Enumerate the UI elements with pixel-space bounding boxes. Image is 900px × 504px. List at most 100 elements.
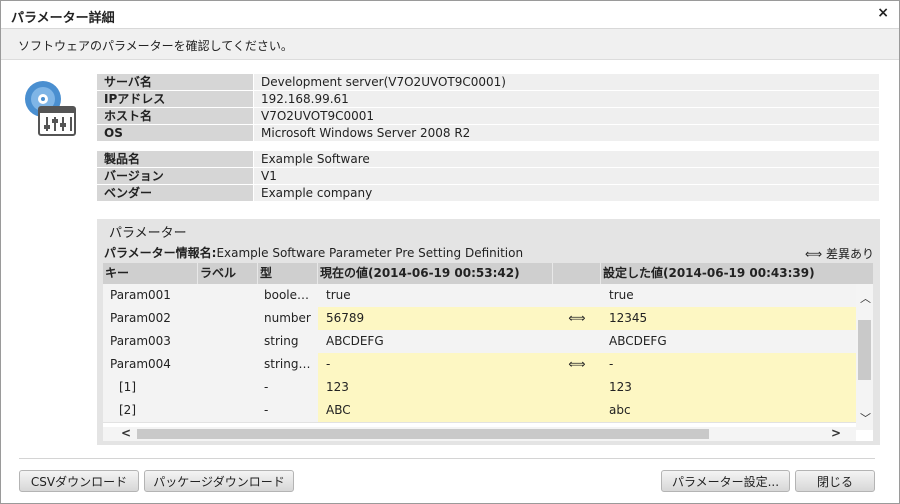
double-arrow-icon [553, 399, 601, 422]
cell-key: [1] [119, 380, 136, 394]
scroll-right-icon[interactable]: > [831, 426, 841, 440]
cell-type: boole… [264, 288, 310, 302]
os-value: Microsoft Windows Server 2008 R2 [253, 124, 879, 142]
col-label-header[interactable]: ラベル [198, 263, 258, 284]
scroll-left-icon[interactable]: < [121, 426, 131, 440]
col-set-header[interactable]: 設定した値(2014-06-19 00:43:39) [601, 263, 873, 284]
close-button[interactable]: 閉じる [795, 470, 875, 492]
ip-address-key: IPアドレス [97, 90, 254, 108]
table-row[interactable]: Param002 number 56789 ⟺ 12345 [103, 307, 856, 331]
hostname-value: V7O2UVOT9C0001 [253, 107, 879, 125]
cell-set: true [609, 288, 634, 302]
cell-set: - [601, 353, 856, 376]
version-key: バージョン [97, 167, 254, 185]
package-download-button[interactable]: パッケージダウンロード [144, 470, 294, 492]
footer-divider [19, 458, 875, 459]
cell-type: string… [264, 357, 311, 371]
ip-address-row: IPアドレス 192.168.99.61 [97, 90, 879, 108]
cell-current: ABC [318, 399, 553, 422]
col-diff-header [553, 263, 601, 284]
cell-current: true [326, 288, 351, 302]
cell-key: Param003 [110, 334, 171, 348]
cell-label [198, 330, 258, 353]
cell-set: ABCDEFG [609, 334, 667, 348]
version-value: V1 [253, 167, 879, 185]
cell-label [198, 353, 258, 376]
csv-download-button[interactable]: CSVダウンロード [19, 470, 139, 492]
description-bar: ソフトウェアのパラメーターを確認してください。 [1, 29, 899, 60]
table-row[interactable]: Param001 boole… true true [103, 284, 856, 308]
diff-legend: ⟺ 差異あり [805, 245, 874, 262]
cell-label [198, 307, 258, 330]
disc-settings-icon [25, 81, 76, 136]
scroll-up-icon[interactable]: ︿ [860, 290, 871, 306]
cell-set: abc [601, 399, 856, 422]
cell-type: - [264, 380, 269, 394]
vendor-row: ベンダー Example company [97, 184, 879, 202]
cell-type: string [264, 334, 299, 348]
double-arrow-icon: ⟺ [553, 353, 601, 376]
col-current-header[interactable]: 現在の値(2014-06-19 00:53:42) [318, 263, 553, 284]
close-icon[interactable]: × [877, 5, 889, 21]
parameter-grid: キー ラベル 型 現在の値(2014-06-19 00:53:42) 設定した値… [103, 263, 873, 441]
parameter-info-value: Example Software Parameter Pre Setting D… [216, 246, 524, 260]
cell-key: Param001 [110, 288, 171, 302]
description-text: ソフトウェアのパラメーターを確認してください。 [18, 39, 293, 53]
cell-key: [2] [119, 403, 136, 417]
cell-type: - [264, 403, 269, 417]
server-name-row: サーバ名 Development server(V7O2UVOT9C0001) [97, 74, 879, 91]
horizontal-scroll-thumb[interactable] [137, 429, 709, 439]
grid-header: キー ラベル 型 現在の値(2014-06-19 00:53:42) 設定した値… [103, 263, 873, 284]
table-row[interactable]: Param004 string… - ⟺ - [103, 353, 856, 377]
ip-address-value: 192.168.99.61 [253, 90, 879, 108]
parameter-detail-dialog: パラメーター詳細 × ソフトウェアのパラメーターを確認してください。 サーバ名 … [0, 0, 900, 504]
hostname-key: ホスト名 [97, 107, 254, 125]
parameter-info-name: パラメーター情報名:Example Software Parameter Pre… [104, 244, 523, 261]
table-row[interactable]: [2] - ABC abc [103, 399, 856, 423]
cell-type: number [264, 311, 311, 325]
parameter-info-label: パラメーター情報名: [104, 246, 217, 260]
hostname-row: ホスト名 V7O2UVOT9C0001 [97, 107, 879, 125]
cell-current: ABCDEFG [326, 334, 384, 348]
server-name-value: Development server(V7O2UVOT9C0001) [253, 74, 879, 91]
cell-key: Param004 [110, 357, 171, 371]
double-arrow-icon: ⟺ [553, 307, 601, 330]
dialog-title: パラメーター詳細 [11, 11, 115, 26]
cell-current: 56789 [318, 307, 553, 330]
os-key: OS [97, 124, 254, 142]
col-key-header[interactable]: キー [103, 263, 198, 284]
table-row[interactable]: Param003 string ABCDEFG ABCDEFG [103, 330, 856, 354]
product-name-row: 製品名 Example Software [97, 151, 879, 168]
parameter-setting-button[interactable]: パラメーター設定... [661, 470, 790, 492]
server-name-key: サーバ名 [97, 74, 254, 91]
vendor-key: ベンダー [97, 184, 254, 202]
product-name-key: 製品名 [97, 151, 254, 168]
double-arrow-icon [553, 330, 601, 353]
vendor-value: Example company [253, 184, 879, 202]
diff-legend-label: 差異あり [825, 247, 874, 261]
cell-label [198, 399, 258, 422]
table-row[interactable]: [1] - 123 123 [103, 376, 856, 400]
cell-current: 123 [318, 376, 553, 399]
parameter-panel-title: パラメーター [109, 226, 187, 241]
col-type-header[interactable]: 型 [258, 263, 318, 284]
scroll-down-icon[interactable]: ﹀ [860, 410, 871, 426]
cell-set: 123 [601, 376, 856, 399]
double-arrow-icon [553, 376, 601, 399]
double-arrow-icon [553, 284, 601, 307]
cell-label [198, 284, 258, 307]
parameter-panel: パラメーター パラメーター情報名:Example Software Parame… [97, 219, 880, 445]
cell-key: Param002 [110, 311, 171, 325]
vertical-scrollbar[interactable]: ︿ ﹀ [856, 284, 873, 430]
version-row: バージョン V1 [97, 167, 879, 185]
product-info-table: 製品名 Example Software バージョン V1 ベンダー Examp… [97, 151, 879, 202]
cell-label [198, 376, 258, 399]
horizontal-scrollbar[interactable]: < > [103, 426, 856, 441]
title-bar: パラメーター詳細 × [1, 1, 899, 29]
vertical-scroll-thumb[interactable] [858, 320, 871, 380]
server-info-table: サーバ名 Development server(V7O2UVOT9C0001) … [97, 74, 879, 142]
cell-current: - [318, 353, 553, 376]
double-arrow-icon: ⟺ [804, 247, 823, 261]
product-name-value: Example Software [253, 151, 879, 168]
cell-set: 12345 [601, 307, 856, 330]
